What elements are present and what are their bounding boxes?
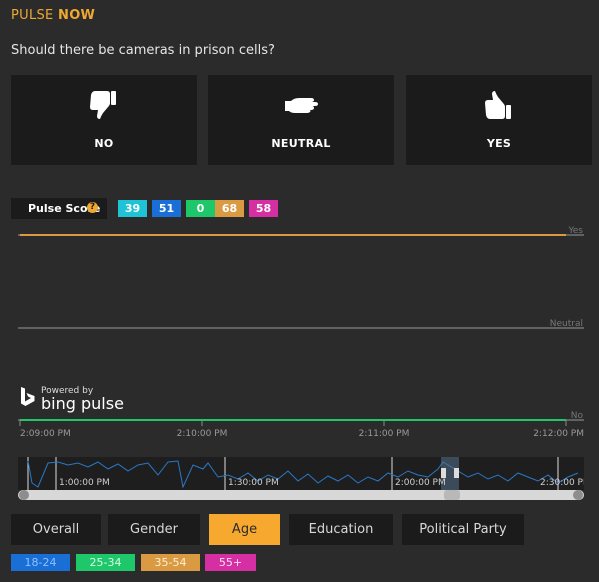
vote-yes-label: YES — [486, 137, 512, 150]
legend-25-34[interactable]: 25-34 — [76, 554, 135, 571]
x-tick-label: 2:10:00 PM — [177, 429, 228, 439]
overview-tick-label: 1:30:00 PM — [228, 478, 279, 488]
x-tick-label: 2:11:00 PM — [359, 429, 410, 439]
tab-political-party[interactable]: Political Party — [402, 514, 524, 545]
legend-18-24[interactable]: 18-24 — [11, 554, 70, 571]
title-now: NOW — [58, 8, 96, 23]
tab-education[interactable]: Education — [289, 514, 393, 545]
legend-55-plus[interactable]: 55+ — [205, 554, 256, 571]
vote-neutral-button[interactable]: NEUTRAL — [208, 75, 394, 165]
pulse-score-label: Pulse Score ? — [11, 198, 107, 219]
x-tick-label: 2:12:00 PM — [533, 429, 584, 439]
vote-no-label: NO — [94, 137, 114, 150]
thumbs-up-icon — [406, 89, 592, 125]
y-level-no: No — [571, 411, 584, 421]
scrollbar-thumb[interactable] — [444, 490, 460, 500]
overview-activity-line — [27, 460, 579, 489]
timeline-scrollbar[interactable] — [18, 490, 584, 500]
bing-pulse-logo: Powered by bing pulse — [19, 386, 124, 414]
overview-tick-label: 1:00:00 PM — [59, 478, 110, 488]
y-level-yes: Yes — [567, 226, 583, 236]
help-icon[interactable]: ? — [87, 202, 98, 213]
thumbs-down-icon — [11, 89, 197, 125]
score-badge-1: 39 — [118, 200, 147, 217]
scrollbar-left-handle[interactable] — [19, 490, 29, 500]
y-level-neutral: Neutral — [550, 319, 583, 329]
bing-icon — [21, 387, 35, 406]
vote-no-button[interactable]: NO — [11, 75, 197, 165]
legend-35-54[interactable]: 35-54 — [141, 554, 200, 571]
hand-flat-icon — [208, 89, 394, 125]
timeline-overview[interactable]: 1:00:00 PM 1:30:00 PM 2:00:00 PM 2:30:00… — [18, 457, 591, 490]
score-badge-5: 58 — [249, 200, 278, 217]
tab-gender[interactable]: Gender — [108, 514, 200, 545]
bing-pulse-text: bing pulse — [41, 394, 124, 413]
scrollbar-right-handle[interactable] — [573, 490, 583, 500]
x-axis: 2:09:00 PM 2:10:00 PM 2:11:00 PM 2:12:00… — [19, 420, 584, 439]
x-tick-label: 2:09:00 PM — [20, 429, 71, 439]
question-text: Should there be cameras in prison cells? — [11, 43, 275, 58]
selection-handle-right[interactable] — [454, 468, 459, 478]
vote-neutral-label: NEUTRAL — [271, 137, 331, 150]
score-badge-2: 51 — [152, 200, 181, 217]
vote-yes-button[interactable]: YES — [406, 75, 592, 165]
tab-age[interactable]: Age — [209, 514, 280, 545]
selection-handle-left[interactable] — [441, 468, 446, 478]
score-badge-3: 0 — [186, 200, 215, 217]
tab-overall[interactable]: Overall — [11, 514, 101, 545]
score-badge-4: 68 — [215, 200, 244, 217]
overview-tick-label: 2:30:00 PM — [540, 478, 584, 488]
overview-tick-label: 2:00:00 PM — [395, 478, 446, 488]
app-title: PULSE NOW — [11, 8, 95, 23]
title-pulse: PULSE — [11, 8, 54, 23]
